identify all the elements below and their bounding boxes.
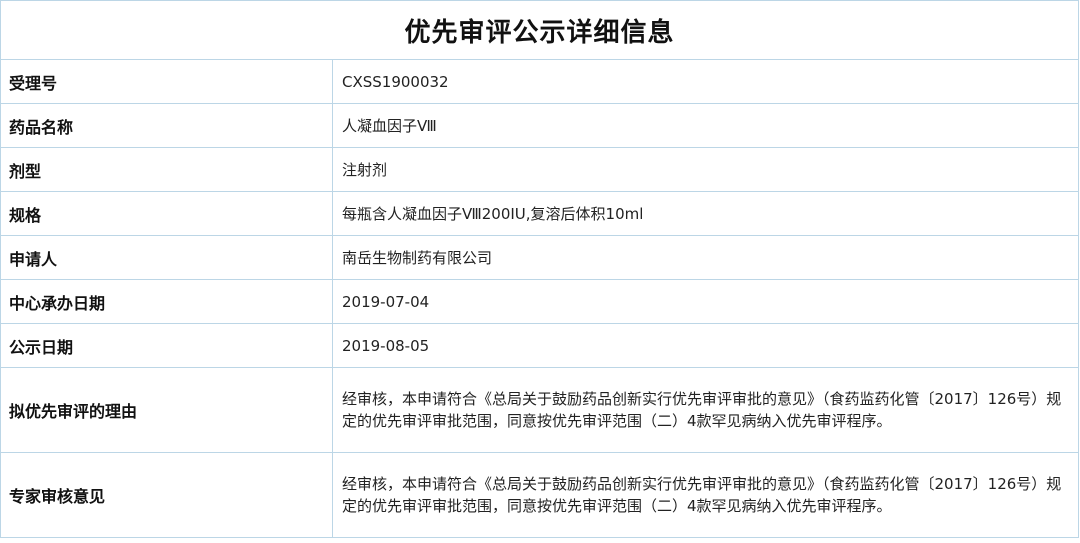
field-value-specification: 每瓶含人凝血因子Ⅷ200IU,复溶后体积10ml <box>331 191 1080 236</box>
field-label-priority-reason: 拟优先审评的理由 <box>0 367 333 453</box>
table-row: 药品名称 人凝血因子Ⅷ <box>0 103 1080 148</box>
detail-page: 优先审评公示详细信息 受理号 CXSS1900032 药品名称 人凝血因子Ⅷ 剂… <box>0 0 1080 543</box>
field-label-center-undertake-date: 中心承办日期 <box>0 279 333 324</box>
field-label-drug-name: 药品名称 <box>0 103 333 148</box>
field-value-expert-opinion: 经审核，本申请符合《总局关于鼓励药品创新实行优先审评审批的意见》（食药监药化管〔… <box>331 452 1080 538</box>
field-label-expert-opinion: 专家审核意见 <box>0 452 333 538</box>
table-row: 受理号 CXSS1900032 <box>0 59 1080 104</box>
field-value-applicant: 南岳生物制药有限公司 <box>331 235 1080 280</box>
field-label-acceptance-number: 受理号 <box>0 59 333 104</box>
field-value-center-undertake-date: 2019-07-04 <box>331 279 1080 324</box>
detail-table: 优先审评公示详细信息 受理号 CXSS1900032 药品名称 人凝血因子Ⅷ 剂… <box>0 0 1080 538</box>
field-value-acceptance-number: CXSS1900032 <box>331 59 1080 104</box>
page-title: 优先审评公示详细信息 <box>0 0 1080 60</box>
field-value-drug-name: 人凝血因子Ⅷ <box>331 103 1080 148</box>
table-row: 公示日期 2019-08-05 <box>0 323 1080 368</box>
field-value-dosage-form: 注射剂 <box>331 147 1080 192</box>
field-label-dosage-form: 剂型 <box>0 147 333 192</box>
table-row: 专家审核意见 经审核，本申请符合《总局关于鼓励药品创新实行优先审评审批的意见》（… <box>0 452 1080 538</box>
table-row: 规格 每瓶含人凝血因子Ⅷ200IU,复溶后体积10ml <box>0 191 1080 236</box>
table-row: 申请人 南岳生物制药有限公司 <box>0 235 1080 280</box>
field-label-applicant: 申请人 <box>0 235 333 280</box>
field-value-priority-reason: 经审核，本申请符合《总局关于鼓励药品创新实行优先审评审批的意见》（食药监药化管〔… <box>331 367 1080 453</box>
field-label-specification: 规格 <box>0 191 333 236</box>
title-row: 优先审评公示详细信息 <box>0 0 1080 60</box>
field-value-publicity-date: 2019-08-05 <box>331 323 1080 368</box>
table-row: 拟优先审评的理由 经审核，本申请符合《总局关于鼓励药品创新实行优先审评审批的意见… <box>0 367 1080 453</box>
table-row: 中心承办日期 2019-07-04 <box>0 279 1080 324</box>
field-label-publicity-date: 公示日期 <box>0 323 333 368</box>
table-row: 剂型 注射剂 <box>0 147 1080 192</box>
